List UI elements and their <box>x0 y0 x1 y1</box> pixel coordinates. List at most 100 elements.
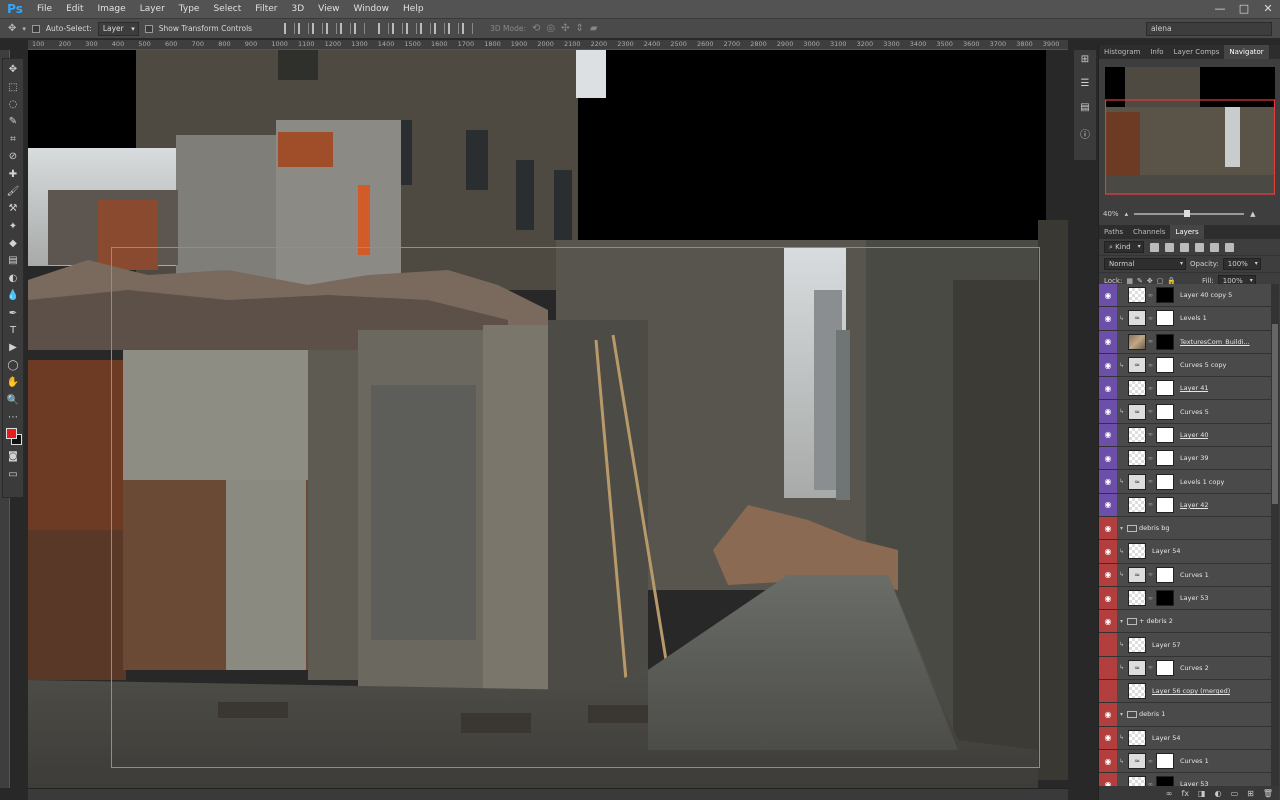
layer-row[interactable]: ◉↳≈∞ Curves 2 <box>1099 656 1271 681</box>
distribute-top-icon[interactable] <box>378 23 390 34</box>
align-hcenter-icon[interactable] <box>340 23 352 34</box>
mask-link-icon[interactable]: ∞ <box>1148 455 1154 462</box>
mask-link-icon[interactable]: ∞ <box>1148 338 1154 345</box>
mask-link-icon[interactable]: ∞ <box>1148 501 1154 508</box>
pixel-filter-icon[interactable] <box>1149 242 1159 252</box>
menu-select[interactable]: Select <box>206 0 248 18</box>
layer-name[interactable]: Layer 42 <box>1176 501 1208 509</box>
distribute-vcenter-icon[interactable] <box>392 23 404 34</box>
visibility-eye-icon[interactable]: ◉ <box>1099 680 1117 703</box>
menu-window[interactable]: Window <box>347 0 397 18</box>
align-bottom-icon[interactable] <box>312 23 324 34</box>
layer-style-icon[interactable]: fx <box>1181 789 1189 798</box>
menu-edit[interactable]: Edit <box>59 0 90 18</box>
move-tool-icon[interactable]: ✥ <box>8 23 16 34</box>
visibility-eye-icon[interactable]: ◉ <box>1099 284 1117 307</box>
layer-mask-thumbnail[interactable] <box>1156 380 1174 397</box>
layer-name[interactable]: Curves 2 <box>1176 664 1209 672</box>
layer-row[interactable]: ◉ Layer 56 copy (merged) <box>1099 680 1271 704</box>
visibility-eye-icon[interactable]: ◉ <box>1099 633 1117 656</box>
layer-row[interactable]: ◉ ↳ Layer 54 <box>1099 726 1271 750</box>
visibility-eye-icon[interactable]: ◉ <box>1099 330 1117 353</box>
adjustment-filter-icon[interactable] <box>1164 242 1174 252</box>
menu-help[interactable]: Help <box>396 0 431 18</box>
layer-row[interactable]: ◉ ↳ ≈ ∞ Levels 1 <box>1099 307 1271 331</box>
distribute-right-icon[interactable] <box>448 23 460 34</box>
visibility-eye-icon[interactable]: ◉ <box>1099 307 1117 330</box>
layer-mask-thumbnail[interactable] <box>1156 566 1174 583</box>
layer-name[interactable]: Levels 1 copy <box>1176 478 1224 486</box>
layer-name[interactable]: Layer 54 <box>1148 547 1180 555</box>
tool-15-icon[interactable]: T <box>4 322 22 339</box>
layers-tab-layers[interactable]: Layers <box>1170 225 1204 239</box>
filter-kind-dropdown[interactable]: ⌕ Kind <box>1104 241 1144 253</box>
layer-mask-thumbnail[interactable] <box>1156 496 1174 513</box>
layer-mask-thumbnail[interactable] <box>1156 450 1174 467</box>
blend-mode-dropdown[interactable]: Normal <box>1104 258 1186 270</box>
tool-19-icon[interactable]: 🔍 <box>4 391 22 408</box>
group-expand-chevron-icon[interactable]: ▾ <box>1120 618 1123 625</box>
scale-3d-icon[interactable]: ▰ <box>590 23 598 34</box>
mask-link-icon[interactable]: ∞ <box>1148 595 1154 602</box>
group-expand-chevron-icon[interactable]: ▾ <box>1120 525 1123 532</box>
visibility-eye-icon[interactable]: ◉ <box>1099 493 1117 516</box>
tool-4-icon[interactable]: ⌗ <box>4 131 22 148</box>
filter-toggle-icon[interactable] <box>1224 242 1234 252</box>
layers-scrollbar[interactable] <box>1271 284 1279 786</box>
layer-name[interactable]: Layer 40 copy 5 <box>1176 291 1232 299</box>
menu-view[interactable]: View <box>311 0 346 18</box>
layer-row[interactable]: ◉ ∞ Layer 53 <box>1099 773 1271 786</box>
layer-name[interactable]: Curves 1 <box>1176 757 1209 765</box>
layer-row[interactable]: ◉ ↳ ≈ ∞ Curves 5 copy <box>1099 353 1271 378</box>
mask-link-icon[interactable]: ∞ <box>1148 292 1154 299</box>
tool-1-icon[interactable]: ⬚ <box>4 78 22 95</box>
foreground-color-swatch[interactable] <box>6 428 17 440</box>
layer-row[interactable]: ◉↳ Layer 57 <box>1099 633 1271 657</box>
tool-13-icon[interactable]: 💧 <box>4 287 22 304</box>
tool-3-icon[interactable]: ✎ <box>4 113 22 130</box>
layer-row[interactable]: ◉ ∞ Layer 39 <box>1099 447 1271 471</box>
layer-name[interactable]: Layer 39 <box>1176 454 1208 462</box>
layer-name[interactable]: Layer 56 copy (merged) <box>1148 687 1230 695</box>
align-top-icon[interactable] <box>284 23 296 34</box>
tool-16-icon[interactable]: ▶ <box>4 339 22 356</box>
add-mask-icon[interactable]: ◨ <box>1198 789 1206 798</box>
roll-3d-icon[interactable]: ◎ <box>546 23 555 34</box>
layer-mask-thumbnail[interactable] <box>1156 403 1174 420</box>
layer-mask-thumbnail[interactable] <box>1156 333 1174 350</box>
layer-name[interactable]: Layer 40 <box>1176 431 1208 439</box>
tool-9-icon[interactable]: ✦ <box>4 218 22 235</box>
visibility-eye-icon[interactable]: ◉ <box>1099 470 1117 493</box>
maximize-button[interactable]: □ <box>1232 0 1256 18</box>
distribute-hcenter-icon[interactable] <box>434 23 446 34</box>
layer-row[interactable]: ◉ ∞ Layer 40 <box>1099 423 1271 448</box>
layer-name[interactable]: Layer 41 <box>1176 384 1208 392</box>
tool-12-icon[interactable]: ◐ <box>4 270 22 287</box>
visibility-eye-icon[interactable]: ◉ <box>1099 563 1117 586</box>
tool-2-icon[interactable]: ◌ <box>4 96 22 113</box>
new-group-icon[interactable]: ▭ <box>1231 789 1239 798</box>
menu-filter[interactable]: Filter <box>248 0 284 18</box>
navigator-tab-navigator[interactable]: Navigator <box>1224 45 1269 59</box>
visibility-eye-icon[interactable]: ◉ <box>1099 586 1117 610</box>
horizontal-scrollbar[interactable] <box>28 788 1068 800</box>
mask-link-icon[interactable]: ∞ <box>1148 385 1154 392</box>
tool-17-icon[interactable]: ◯ <box>4 357 22 374</box>
mask-link-icon[interactable]: ∞ <box>1148 431 1154 438</box>
close-button[interactable]: ✕ <box>1256 0 1280 18</box>
tool-20-icon[interactable]: ⋯ <box>4 409 22 426</box>
minimize-button[interactable]: — <box>1208 0 1232 18</box>
distribute-bottom-icon[interactable] <box>406 23 418 34</box>
align-vcenter-icon[interactable] <box>298 23 310 34</box>
layer-mask-thumbnail[interactable] <box>1156 357 1174 374</box>
layer-mask-thumbnail[interactable] <box>1156 590 1174 606</box>
auto-select-dropdown[interactable]: Layer <box>97 21 139 36</box>
tool-preset-chevron-icon[interactable]: ▾ <box>22 25 26 33</box>
visibility-eye-icon[interactable]: ◉ <box>1099 423 1117 447</box>
tool-7-icon[interactable]: 🖌 <box>4 183 22 200</box>
mask-link-icon[interactable]: ∞ <box>1148 362 1154 369</box>
mask-link-icon[interactable]: ∞ <box>1148 408 1154 415</box>
distribute-left-icon[interactable] <box>420 23 432 34</box>
visibility-eye-icon[interactable]: ◉ <box>1099 353 1117 377</box>
mask-link-icon[interactable]: ∞ <box>1148 571 1154 578</box>
